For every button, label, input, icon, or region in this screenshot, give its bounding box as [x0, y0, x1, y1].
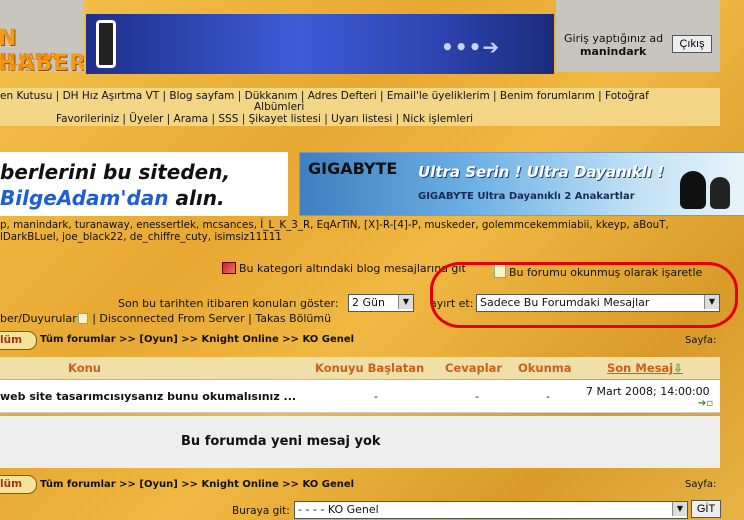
breadcrumb[interactable]: Tüm forumlar >> [Oyun] >> Knight Online …: [40, 334, 354, 345]
ad-line2-rest: alın.: [168, 186, 225, 210]
header-last-post-label: Son Mesaj: [607, 361, 674, 375]
header-last-post[interactable]: Son Mesaj⇩: [607, 361, 683, 375]
penguin-icon: [680, 171, 706, 209]
gigabyte-subtitle: GIGABYTE Ultra Dayanıklı 2 Anakartlar: [418, 191, 635, 202]
filter-label: Son bu tarihten itibaren konuları göster…: [118, 297, 339, 310]
no-posts-message: Bu forumda yeni mesaj yok: [181, 434, 381, 449]
page-label: Sayfa:: [685, 479, 717, 490]
new-topic-button[interactable]: lüm: [0, 331, 37, 350]
table-row[interactable]: web site tasarımcısıysanız bunu okumalıs…: [0, 380, 720, 413]
arrow-icon: •••➔: [441, 35, 501, 59]
header-views[interactable]: Okunma: [518, 361, 572, 375]
top-banner-ad[interactable]: •••➔: [86, 14, 554, 74]
topic-replies: -: [475, 390, 479, 403]
go-button[interactable]: GİT: [691, 500, 721, 518]
header-starter[interactable]: Konuyu Başlatan: [315, 361, 424, 375]
forum-jump-select[interactable]: - - - - KO Genel ▼: [294, 501, 688, 519]
subforum-link-disconnected[interactable]: Disconnected From Server: [99, 312, 244, 325]
days-select-value: 2 Gün: [352, 296, 385, 309]
gigabyte-ad[interactable]: GIGABYTE Ultra Serin ! Ultra Dayanıklı !…: [299, 152, 744, 216]
nav-links-row1-wrap[interactable]: Albümleri: [254, 101, 304, 113]
blog-category-label: Bu kategori altındaki blog mesajlarına g…: [239, 262, 466, 275]
ad-line1: berlerini bu siteden,: [0, 160, 231, 184]
topic-views: -: [546, 390, 550, 403]
goto-label: Buraya git:: [232, 505, 290, 517]
highlight-circle: [430, 262, 738, 328]
ad-line2: BilgeAdam'dan alın.: [0, 186, 225, 210]
topic-last-post: 7 Mart 2008; 14:00:00: [586, 385, 710, 398]
bilgeadam-ad[interactable]: berlerini bu siteden, BilgeAdam'dan alın…: [0, 152, 288, 216]
days-select[interactable]: 2 Gün ▼: [348, 294, 414, 312]
penguin-icon: [710, 177, 730, 209]
phone-icon: [96, 20, 116, 68]
subforum-sep: |: [244, 312, 256, 325]
subforum-link-announcements[interactable]: ber/Duyurular: [0, 312, 77, 325]
goto-last-post-icon[interactable]: ➔▫: [698, 398, 713, 409]
header-replies[interactable]: Cevaplar: [445, 361, 502, 375]
new-topic-button[interactable]: lüm: [0, 475, 37, 494]
site-logo[interactable]: N HABER EN HABER SİTESİ: [0, 0, 84, 72]
gigabyte-slogan: Ultra Serin ! Ultra Dayanıklı !: [418, 163, 665, 181]
subforum-link-trade[interactable]: Takas Bölümü: [255, 312, 331, 325]
no-posts-panel: Bu forumda yeni mesaj yok: [0, 416, 720, 468]
chevron-down-icon: ▼: [672, 502, 687, 516]
breadcrumb[interactable]: Tüm forumlar >> [Oyun] >> Knight Online …: [40, 479, 354, 490]
chevron-down-icon: ▼: [398, 295, 413, 309]
subforum-sep: |: [88, 312, 100, 325]
gigabyte-logo: GIGABYTE: [308, 159, 398, 178]
book-icon: [222, 262, 236, 274]
subforum-list: ber/Duyurular | Disconnected From Server…: [0, 312, 331, 325]
arrow-icon: [77, 313, 88, 324]
nav-links-row1[interactable]: en Kutusu | DH Hız Aşırtma VT | Blog say…: [0, 90, 649, 102]
topic-table-header: Konu Konuyu Başlatan Cevaplar Okunma Son…: [0, 357, 720, 379]
online-users-list[interactable]: p, manindark, turanaway, enessertlek, mc…: [0, 219, 700, 243]
nav-links-row2[interactable]: Favorileriniz | Üyeler | Arama | SSS | Ş…: [56, 113, 473, 125]
username-label: manindark: [580, 45, 647, 58]
page-label: Sayfa:: [685, 335, 717, 346]
topic-starter: -: [374, 390, 378, 403]
header-topic[interactable]: Konu: [68, 361, 101, 375]
forum-jump-value: - - - - KO Genel: [298, 503, 379, 516]
blog-category-link[interactable]: Bu kategori altındaki blog mesajlarına g…: [222, 262, 466, 275]
logout-button[interactable]: Çıkış: [672, 35, 712, 53]
login-text: Giriş yaptığınız ad: [564, 32, 664, 45]
logo-subtitle: EN HABER SİTESİ: [0, 52, 57, 72]
ad-brand: BilgeAdam'dan: [0, 186, 169, 210]
topic-title[interactable]: web site tasarımcısıysanız bunu okumalıs…: [0, 390, 296, 403]
sort-arrow-icon: ⇩: [673, 361, 683, 375]
